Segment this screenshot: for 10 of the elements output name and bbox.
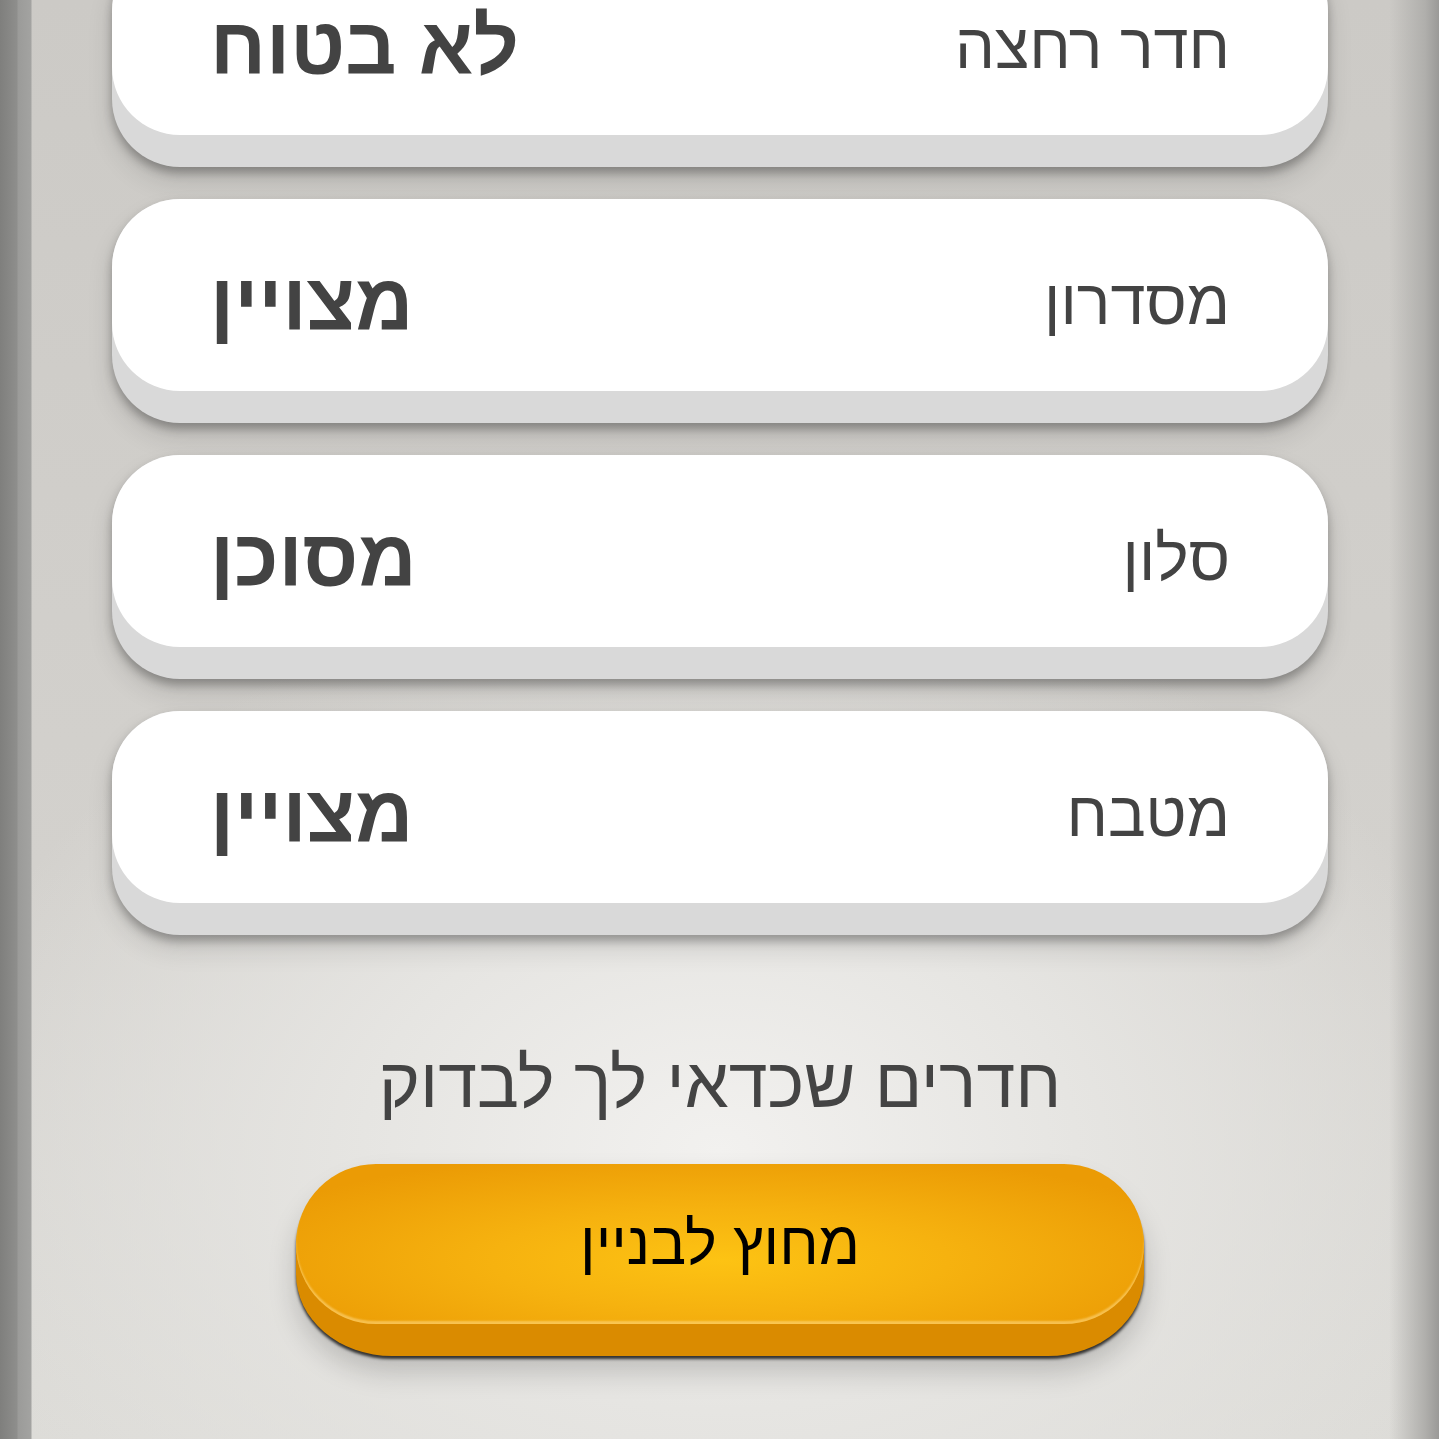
room-name: מסדרון [1044,270,1230,334]
room-name: סלון [1122,526,1230,590]
room-rating: מצויין [210,262,414,342]
room-name: מטבח [1066,782,1230,846]
room-rating: מצויין [210,774,414,854]
room-rating: לא בטוח [210,6,519,86]
room-name: חדר רחצה [954,14,1230,78]
room-rating: מסוכן [210,518,417,598]
outside-building-button[interactable]: מחוץ לבניין [296,1164,1144,1356]
section-title: חדרים שכדאי לך לבדוק [378,1045,1062,1122]
